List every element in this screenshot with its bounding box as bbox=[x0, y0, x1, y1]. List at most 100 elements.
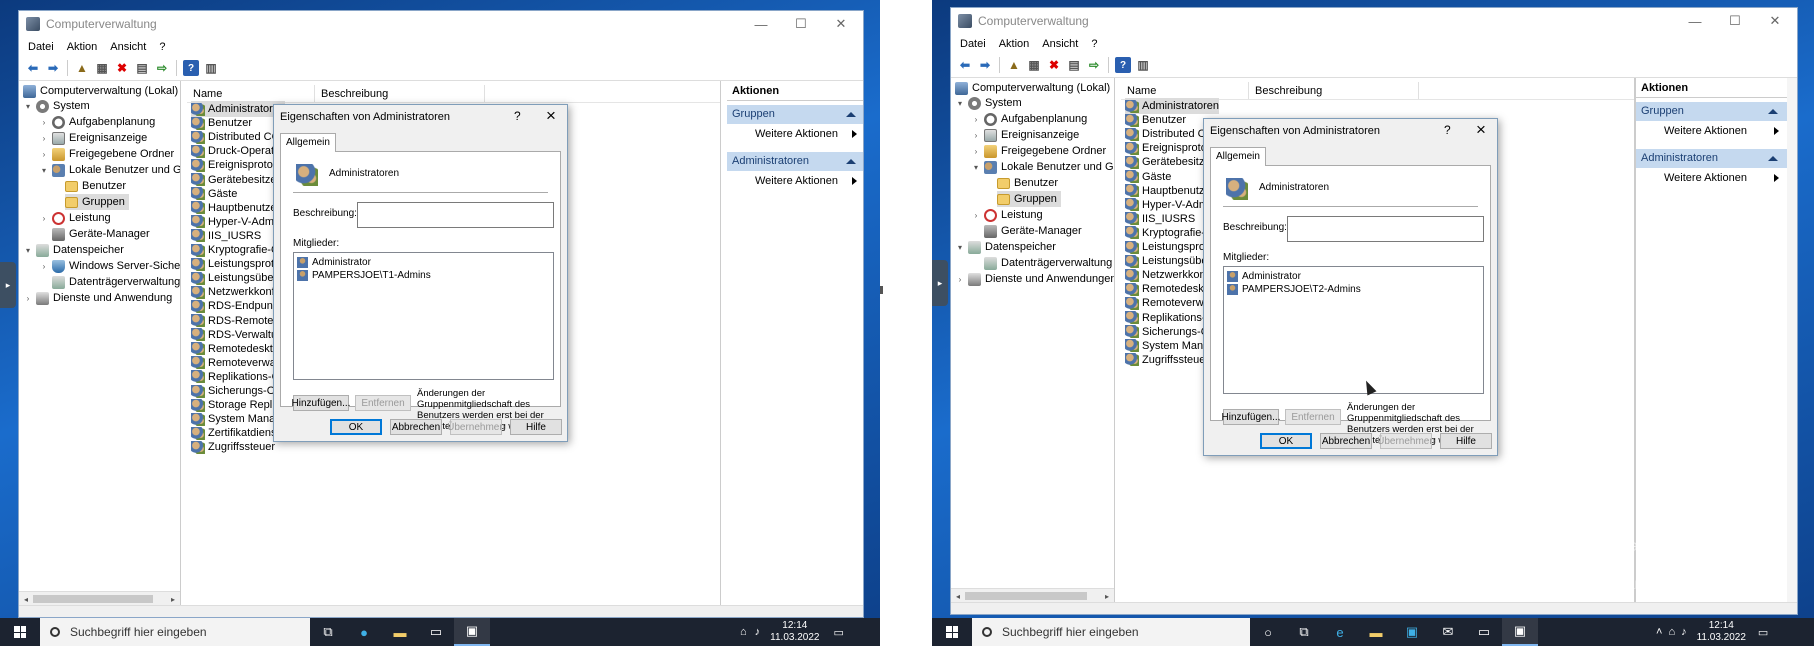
taskbar-search[interactable]: Suchbegriff hier eingeben bbox=[972, 618, 1250, 646]
remove-button[interactable]: Entfernen bbox=[1285, 409, 1341, 425]
tree-item[interactable]: ▾ Datenspeicher bbox=[955, 239, 1056, 255]
chevron-right-icon[interactable]: › bbox=[39, 150, 49, 159]
up-folder-icon[interactable]: ▲ bbox=[74, 60, 90, 76]
computer-management-taskbar-icon[interactable]: ▣ bbox=[1502, 618, 1538, 646]
scroll-left-icon[interactable]: ◂ bbox=[951, 589, 965, 602]
menu-view[interactable]: Ansicht bbox=[1042, 38, 1078, 50]
task-view-icon[interactable]: ⧉ bbox=[1286, 618, 1322, 646]
ie-icon[interactable]: e bbox=[1322, 618, 1358, 646]
more-actions-item[interactable]: Weitere Aktionen bbox=[727, 124, 863, 144]
taskbar-search[interactable]: Suchbegriff hier eingeben bbox=[40, 618, 310, 646]
ok-button[interactable]: OK bbox=[330, 419, 382, 435]
menu-view[interactable]: Ansicht bbox=[110, 41, 146, 53]
list-item[interactable]: Zugriffssteuer bbox=[1125, 352, 1209, 368]
chevron-down-icon[interactable]: ▾ bbox=[39, 166, 49, 175]
forward-icon[interactable]: ➡ bbox=[45, 60, 61, 76]
menu-help[interactable]: ? bbox=[159, 41, 165, 53]
network-icon[interactable]: ⌂ bbox=[740, 626, 747, 638]
volume-icon[interactable]: ♪ bbox=[1681, 626, 1687, 638]
clock[interactable]: 12:14 11.03.2022 bbox=[770, 620, 819, 644]
dialog-help-button[interactable]: ? bbox=[514, 109, 521, 123]
side-panel-handle[interactable]: ▸ bbox=[932, 260, 948, 306]
tree-item[interactable]: › Ereignisanzeige bbox=[971, 127, 1079, 143]
action-pane-icon[interactable]: ▥ bbox=[203, 60, 219, 76]
task-view-icon[interactable]: ⧉ bbox=[310, 618, 346, 646]
dialog-help-button[interactable]: ? bbox=[1444, 123, 1451, 137]
add-button[interactable]: Hinzufügen... bbox=[292, 395, 350, 411]
chevron-down-icon[interactable]: ▾ bbox=[955, 243, 965, 252]
tree-item[interactable]: Computerverwaltung (Lokal) bbox=[23, 83, 178, 99]
volume-icon[interactable]: ♪ bbox=[755, 626, 761, 638]
tree-item[interactable]: ▾ System bbox=[955, 95, 1022, 111]
column-name[interactable]: Name bbox=[1121, 82, 1249, 99]
apply-button[interactable]: Übernehmen bbox=[447, 419, 505, 435]
tree-item[interactable]: ▾ Lokale Benutzer und Gru bbox=[971, 159, 1114, 175]
tree-item[interactable]: Datenträgerverwaltung bbox=[52, 274, 180, 290]
tree-item[interactable]: ▾ System bbox=[23, 98, 90, 114]
minimize-button[interactable]: — bbox=[1675, 8, 1715, 34]
chevron-right-icon[interactable]: › bbox=[39, 214, 49, 223]
scrollbar-thumb[interactable] bbox=[965, 592, 1087, 600]
dialog-close-button[interactable]: × bbox=[1476, 120, 1486, 140]
tree-item[interactable]: › Leistung bbox=[39, 210, 111, 226]
menu-file[interactable]: Datei bbox=[960, 38, 986, 50]
chevron-right-icon[interactable]: › bbox=[971, 115, 981, 124]
chevron-right-icon[interactable]: › bbox=[971, 211, 981, 220]
chevron-down-icon[interactable]: ▾ bbox=[971, 163, 981, 172]
delete-icon[interactable]: ✖ bbox=[1046, 57, 1062, 73]
minimize-button[interactable]: — bbox=[741, 11, 781, 37]
dialog-close-button[interactable]: × bbox=[546, 106, 556, 126]
tree-item-selected[interactable]: Gruppen bbox=[997, 191, 1061, 207]
show-hide-tree-icon[interactable]: ▦ bbox=[1026, 57, 1042, 73]
mail-icon[interactable]: ✉ bbox=[1430, 618, 1466, 646]
notifications-icon[interactable]: ▭ bbox=[833, 626, 843, 639]
apply-button[interactable]: Übernehmen bbox=[1377, 433, 1435, 449]
chevron-up-icon[interactable]: ˄ bbox=[1656, 626, 1662, 638]
network-icon[interactable]: ⌂ bbox=[1668, 626, 1675, 638]
tree-item[interactable]: › Dienste und Anwendung bbox=[23, 290, 172, 306]
tree-item[interactable]: › Freigegebene Ordner bbox=[971, 143, 1106, 159]
scrollbar-thumb[interactable] bbox=[33, 595, 153, 603]
actions-section-administrators[interactable]: Administratoren bbox=[727, 152, 863, 171]
close-button[interactable]: ✕ bbox=[821, 11, 861, 37]
tree-item[interactable]: ▾ Lokale Benutzer und Gru bbox=[39, 162, 180, 178]
tab-general[interactable]: Allgemein bbox=[280, 133, 336, 152]
chevron-right-icon[interactable]: › bbox=[23, 294, 33, 303]
member-item[interactable]: Administrator bbox=[1227, 269, 1301, 283]
chevron-right-icon[interactable]: › bbox=[39, 118, 49, 127]
tree-item[interactable]: Computerverwaltung (Lokal) bbox=[955, 80, 1110, 96]
export-icon[interactable]: ⇨ bbox=[1086, 57, 1102, 73]
vertical-scrollbar[interactable] bbox=[1787, 78, 1797, 602]
chevron-right-icon[interactable]: › bbox=[971, 147, 981, 156]
terminal-icon[interactable]: ▭ bbox=[418, 618, 454, 646]
clock[interactable]: 12:14 11.03.2022 bbox=[1697, 620, 1746, 644]
edge-icon[interactable]: ● bbox=[346, 618, 382, 646]
help-button[interactable]: Hilfe bbox=[1440, 433, 1492, 449]
export-icon[interactable]: ⇨ bbox=[154, 60, 170, 76]
forward-icon[interactable]: ➡ bbox=[977, 57, 993, 73]
file-explorer-icon[interactable]: ▬ bbox=[1358, 618, 1394, 646]
chevron-right-icon[interactable]: › bbox=[39, 262, 49, 271]
actions-section-groups[interactable]: Gruppen bbox=[727, 105, 863, 124]
maximize-button[interactable]: ☐ bbox=[781, 11, 821, 37]
notifications-icon[interactable]: ▭ bbox=[1758, 626, 1768, 639]
tree-horizontal-scrollbar[interactable]: ◂ ▸ bbox=[19, 591, 180, 605]
remove-button[interactable]: Entfernen bbox=[355, 395, 411, 411]
scroll-left-icon[interactable]: ◂ bbox=[19, 592, 33, 605]
start-button[interactable] bbox=[0, 618, 40, 646]
tree-item[interactable]: Benutzer bbox=[65, 178, 126, 194]
tree-item[interactable]: Benutzer bbox=[997, 175, 1058, 191]
terminal-icon[interactable]: ▭ bbox=[1466, 618, 1502, 646]
tree-item[interactable]: › Dienste und Anwendungen bbox=[955, 271, 1114, 287]
chevron-right-icon[interactable]: › bbox=[971, 131, 981, 140]
more-actions-item[interactable]: Weitere Aktionen bbox=[1636, 168, 1787, 188]
tree-item[interactable]: Datenträgerverwaltung bbox=[984, 255, 1112, 271]
store-icon[interactable]: ▣ bbox=[1394, 618, 1430, 646]
back-icon[interactable]: ⬅ bbox=[957, 57, 973, 73]
tree-item[interactable]: Geräte-Manager bbox=[52, 226, 150, 242]
up-folder-icon[interactable]: ▲ bbox=[1006, 57, 1022, 73]
more-actions-item[interactable]: Weitere Aktionen bbox=[1636, 121, 1787, 141]
tree-item[interactable]: Geräte-Manager bbox=[984, 223, 1082, 239]
tree-item[interactable]: › Aufgabenplanung bbox=[39, 114, 155, 130]
back-icon[interactable]: ⬅ bbox=[25, 60, 41, 76]
